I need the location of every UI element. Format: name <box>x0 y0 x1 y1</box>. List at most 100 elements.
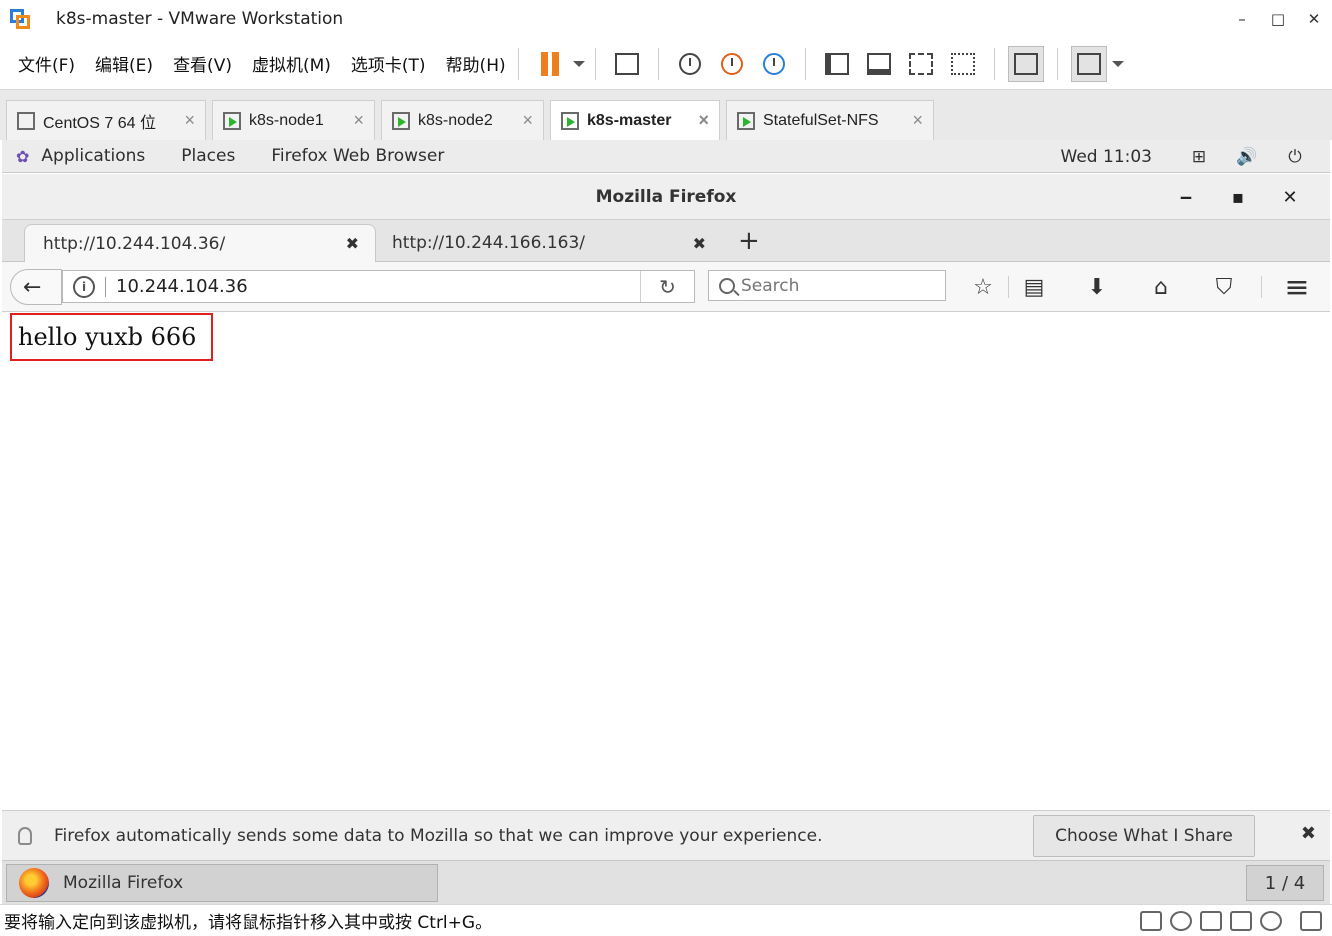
chevron-down-icon[interactable] <box>1111 60 1124 67</box>
firefox-window-title: Mozilla Firefox <box>595 186 737 207</box>
pocket-icon[interactable]: ⛉ <box>1187 275 1261 300</box>
revert-snapshot-button[interactable] <box>714 46 750 82</box>
stretch-view-button[interactable] <box>1070 45 1107 82</box>
library-icon[interactable]: ▤ <box>1009 275 1059 300</box>
vmware-menubar: 文件(F) 编辑(E) 查看(V) 虚拟机(M) 选项卡(T) 帮助(H) <box>0 38 1332 90</box>
thumbnail-bar-button[interactable] <box>861 46 897 82</box>
workspace-switcher[interactable]: 1 / 4 <box>1246 865 1324 901</box>
data-notification-bar: Firefox automatically sends some data to… <box>2 810 1330 860</box>
new-tab-button[interactable]: + <box>738 226 760 256</box>
menu-file[interactable]: 文件(F) <box>18 51 75 76</box>
toolbar-divider <box>657 47 659 80</box>
menu-vm[interactable]: 虚拟机(M) <box>252 51 331 76</box>
app-menu[interactable]: Firefox Web Browser <box>271 146 444 166</box>
close-icon[interactable]: × <box>170 110 195 131</box>
vmware-title-bar: k8s-master - VMware Workstation – □ ✕ <box>0 0 1332 38</box>
places-menu[interactable]: Places <box>181 146 235 166</box>
vm-tab-label: k8s-node1 <box>249 111 324 129</box>
home-icon[interactable]: ⌂ <box>1135 275 1187 300</box>
site-info-icon[interactable]: i <box>73 275 95 298</box>
stretch-icon <box>1076 52 1101 75</box>
maximize-button[interactable]: □ <box>1260 0 1296 38</box>
search-input[interactable] <box>741 275 931 296</box>
message-log-icon[interactable] <box>1300 911 1322 931</box>
keyboard-icon <box>614 52 639 75</box>
download-icon[interactable]: ⬇ <box>1059 275 1135 300</box>
vm-running-icon <box>223 111 241 130</box>
vm-tab-k8s-master[interactable]: k8s-master × <box>550 100 720 140</box>
console-view-button[interactable] <box>1007 45 1044 82</box>
menu-help[interactable]: 帮助(H) <box>446 51 506 76</box>
back-arrow-icon: ← <box>23 274 42 300</box>
sound-card-icon[interactable] <box>1230 911 1252 931</box>
menu-view[interactable]: 查看(V) <box>173 51 232 76</box>
pause-button[interactable] <box>532 46 568 82</box>
toolbar-divider <box>594 47 596 80</box>
lightbulb-icon <box>18 826 32 845</box>
volume-icon[interactable]: 🔊 <box>1234 144 1260 170</box>
thumbnail-icon <box>866 52 891 75</box>
hard-disk-icon[interactable] <box>1140 911 1162 931</box>
firefox-minimize-button[interactable]: ‒ <box>1160 187 1212 208</box>
power-icon[interactable]: ⏻ <box>1282 144 1308 170</box>
usb-icon[interactable] <box>1260 911 1282 931</box>
snapshot-manager-button[interactable] <box>756 46 792 82</box>
bookmark-star-icon[interactable]: ☆ <box>958 275 1008 300</box>
vm-tab-strip: CentOS 7 64 位 × k8s-node1 × k8s-node2 × … <box>0 90 1332 140</box>
close-icon[interactable]: × <box>898 110 923 131</box>
unity-button[interactable] <box>945 46 981 82</box>
search-box[interactable] <box>708 270 946 301</box>
vm-tab-statefulset-nfs[interactable]: StatefulSet-NFS × <box>726 100 934 140</box>
close-icon[interactable]: × <box>684 110 709 131</box>
fullscreen-icon <box>908 52 933 75</box>
close-icon[interactable]: × <box>508 110 533 131</box>
close-icon[interactable]: × <box>339 110 364 131</box>
menu-edit[interactable]: 编辑(E) <box>95 51 153 76</box>
back-button[interactable]: ← <box>10 269 62 305</box>
menu-tabs[interactable]: 选项卡(T) <box>351 51 426 76</box>
window-title: k8s-master - VMware Workstation <box>56 9 344 29</box>
unity-icon <box>950 52 975 75</box>
clock[interactable]: Wed 11:03 <box>1061 147 1152 167</box>
chevron-down-icon[interactable] <box>572 60 585 67</box>
vm-powered-off-icon <box>17 111 35 130</box>
toolbar-divider <box>993 47 995 80</box>
url-text[interactable]: 10.244.104.36 <box>116 276 248 297</box>
minimize-button[interactable]: – <box>1224 0 1260 38</box>
vm-tab-centos[interactable]: CentOS 7 64 位 × <box>6 100 206 140</box>
close-button[interactable]: ✕ <box>1296 0 1332 38</box>
reload-button[interactable]: ↻ <box>640 271 694 302</box>
snapshot-manager-icon <box>762 52 785 75</box>
show-library-button[interactable] <box>819 46 855 82</box>
firefox-maximize-button[interactable]: ▪ <box>1212 187 1264 208</box>
firefox-tab-strip: http://10.244.104.36/ ✖ http://10.244.16… <box>2 220 1330 262</box>
close-icon[interactable]: ✖ <box>346 234 359 253</box>
vm-running-icon <box>561 111 579 130</box>
page-content: hello yuxb 666 <box>2 312 1330 810</box>
firefox-title-bar: Mozilla Firefox ‒ ▪ ✕ <box>2 174 1330 220</box>
choose-what-i-share-button[interactable]: Choose What I Share <box>1033 815 1255 857</box>
close-icon[interactable]: ✖ <box>1301 823 1316 844</box>
url-divider <box>105 276 106 297</box>
applications-menu[interactable]: ✿ Applications <box>16 146 145 166</box>
firefox-tab-2[interactable]: http://10.244.166.163/ ✖ <box>376 224 722 262</box>
taskbar-item-label: Mozilla Firefox <box>63 873 184 893</box>
taskbar-firefox-item[interactable]: Mozilla Firefox <box>6 864 438 902</box>
cd-dvd-icon[interactable] <box>1170 911 1192 931</box>
vm-tab-k8s-node1[interactable]: k8s-node1 × <box>212 100 375 140</box>
network-icon[interactable]: ⊞ <box>1186 144 1212 170</box>
network-adapter-icon[interactable] <box>1200 911 1222 931</box>
vm-tab-k8s-node2[interactable]: k8s-node2 × <box>381 100 544 140</box>
url-bar[interactable]: i 10.244.104.36 ↻ <box>62 270 695 303</box>
full-screen-button[interactable] <box>903 46 939 82</box>
close-icon[interactable]: ✖ <box>693 234 706 253</box>
hamburger-menu-icon[interactable]: ≡ <box>1262 270 1332 305</box>
snapshot-button[interactable] <box>672 46 708 82</box>
send-ctrl-alt-del-button[interactable] <box>609 46 645 82</box>
applications-label: Applications <box>41 146 146 166</box>
firefox-tab-1[interactable]: http://10.244.104.36/ ✖ <box>24 224 376 262</box>
vm-tab-label: CentOS 7 64 位 <box>43 114 156 132</box>
firefox-close-button[interactable]: ✕ <box>1264 187 1316 208</box>
vmware-logo-icon <box>8 7 32 31</box>
snapshot-icon <box>678 52 701 75</box>
